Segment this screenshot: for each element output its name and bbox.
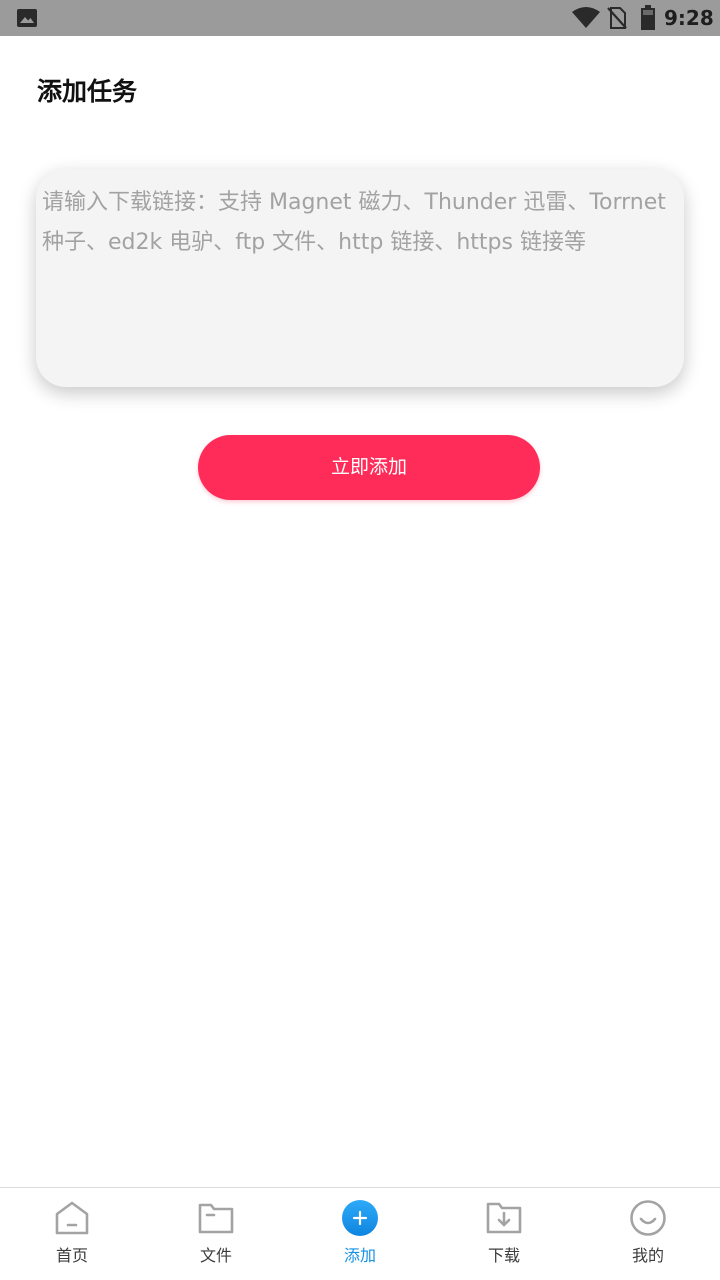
add-now-button[interactable]: 立即添加 — [198, 435, 540, 500]
download-link-input[interactable] — [36, 169, 684, 387]
status-bar: 9:28 — [0, 0, 720, 36]
nav-label-download: 下载 — [487, 1246, 520, 1265]
smile-face-icon — [630, 1200, 666, 1236]
page-title: 添加任务 — [37, 77, 138, 106]
home-icon — [55, 1201, 89, 1235]
status-time: 9:28 — [664, 6, 714, 30]
nav-item-home[interactable]: 首页 — [0, 1188, 144, 1280]
bottom-nav: 首页 文件 添加 下载 我的 — [0, 1187, 720, 1280]
folder-icon — [198, 1203, 234, 1234]
nav-label-files: 文件 — [199, 1246, 232, 1265]
nav-label-home: 首页 — [55, 1246, 88, 1265]
wifi-icon — [572, 7, 600, 28]
download-folder-icon — [486, 1202, 522, 1234]
gallery-icon — [17, 9, 37, 27]
nav-item-files[interactable]: 文件 — [144, 1188, 288, 1280]
nav-item-download[interactable]: 下载 — [432, 1188, 576, 1280]
no-sim-icon — [607, 7, 627, 29]
nav-label-me: 我的 — [631, 1246, 664, 1265]
nav-item-add[interactable]: 添加 — [288, 1188, 432, 1280]
add-circle-icon — [342, 1200, 378, 1236]
nav-label-add: 添加 — [343, 1246, 376, 1265]
nav-item-me[interactable]: 我的 — [576, 1188, 720, 1280]
battery-icon — [641, 5, 655, 30]
